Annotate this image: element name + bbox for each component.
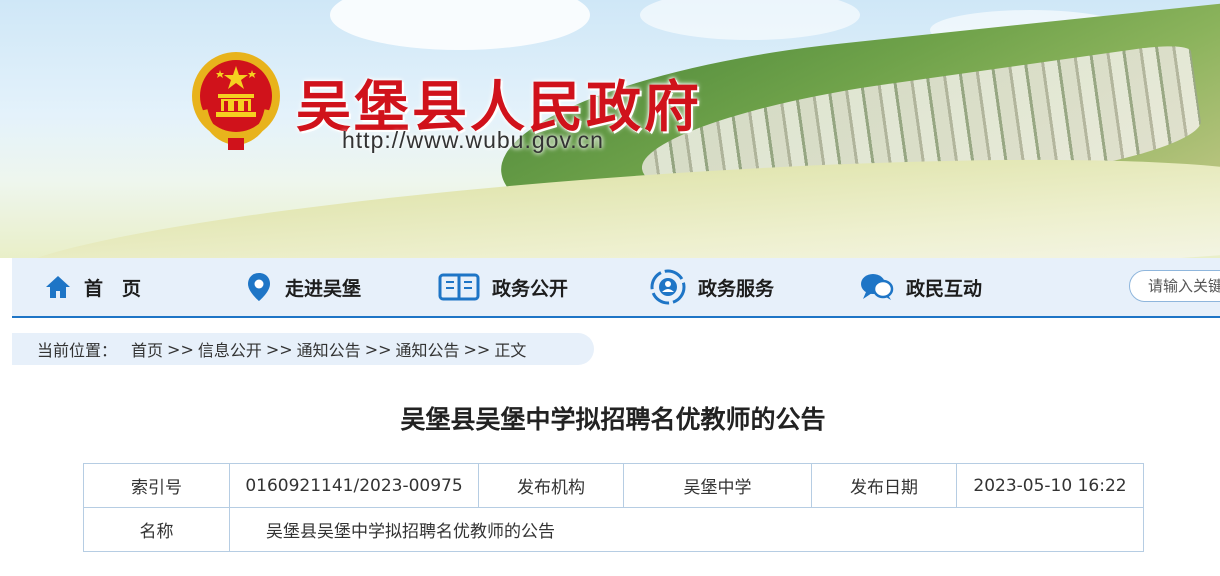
nav-item-interaction[interactable]: 政民互动 xyxy=(860,258,982,316)
table-row: 索引号 0160921141/2023-00975 发布机构 吴堡中学 发布日期… xyxy=(83,463,1144,508)
date-value: 2023-05-10 16:22 xyxy=(956,463,1144,508)
nav-label: 走进吴堡 xyxy=(285,277,362,300)
nav-item-gov-affairs[interactable]: 政务公开 xyxy=(438,258,568,316)
nav-label: 首 页 xyxy=(84,277,142,300)
cloud xyxy=(330,0,590,50)
home-icon xyxy=(44,273,72,301)
search-input[interactable] xyxy=(1130,271,1220,301)
date-label: 发布日期 xyxy=(811,463,957,508)
breadcrumb-lead: 当前位置： xyxy=(37,341,118,360)
search-box xyxy=(1129,270,1220,302)
index-value: 0160921141/2023-00975 xyxy=(229,463,479,508)
name-label: 名称 xyxy=(83,507,230,552)
nav-label: 政务服务 xyxy=(698,277,775,300)
table-row: 名称 吴堡县吴堡中学拟招聘名优教师的公告 xyxy=(83,507,1144,552)
service-globe-icon xyxy=(650,269,686,305)
org-value: 吴堡中学 xyxy=(623,463,812,508)
nav-item-gov-services[interactable]: 政务服务 xyxy=(650,258,774,316)
article-meta-table: 索引号 0160921141/2023-00975 发布机构 吴堡中学 发布日期… xyxy=(83,463,1144,552)
cloud xyxy=(640,0,860,40)
breadcrumb-separator: >> xyxy=(167,339,194,359)
site-url: http://www.wubu.gov.cn xyxy=(342,127,604,153)
name-value: 吴堡县吴堡中学拟招聘名优教师的公告 xyxy=(229,507,1144,552)
chat-bubbles-icon xyxy=(860,273,894,301)
org-label: 发布机构 xyxy=(478,463,624,508)
breadcrumb-separator: >> xyxy=(463,339,491,359)
nav-item-about[interactable]: 走进吴堡 xyxy=(245,258,361,316)
open-book-icon xyxy=(438,273,480,301)
breadcrumb: 当前位置： 首页 >> 信息公开 >> 通知公告 >> 通知公告 >> 正文 xyxy=(12,333,594,365)
article-title: 吴堡县吴堡中学拟招聘名优教师的公告 xyxy=(400,405,826,434)
main-nav: 首 页 走进吴堡 政务公开 政务服务 政民互动 xyxy=(12,258,1220,318)
breadcrumb-link-info[interactable]: 信息公开 xyxy=(198,337,262,361)
breadcrumb-link-notice-sub[interactable]: 通知公告 xyxy=(396,337,460,361)
nav-label: 政民互动 xyxy=(906,277,983,300)
breadcrumb-separator: >> xyxy=(265,339,293,359)
index-label: 索引号 xyxy=(83,463,230,508)
nav-item-home[interactable]: 首 页 xyxy=(44,258,141,316)
breadcrumb-link-home[interactable]: 首页 xyxy=(131,337,163,361)
header-banner: 吴堡县人民政府 http://www.wubu.gov.cn xyxy=(0,0,1220,258)
breadcrumb-current: 正文 xyxy=(494,341,527,360)
breadcrumb-link-notice[interactable]: 通知公告 xyxy=(297,337,361,361)
location-pin-icon xyxy=(245,273,273,301)
national-emblem-icon xyxy=(190,50,282,152)
nav-label: 政务公开 xyxy=(492,277,569,300)
breadcrumb-separator: >> xyxy=(364,339,392,359)
